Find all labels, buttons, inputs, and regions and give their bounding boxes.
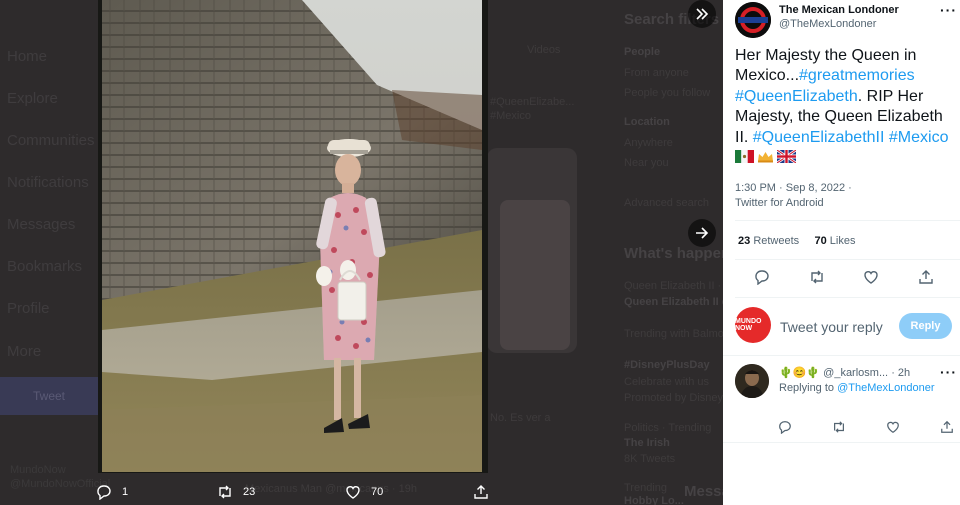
background-anywhere: Anywhere [624, 137, 673, 149]
arrow-right-icon [696, 227, 709, 239]
reply-author-name[interactable]: 🌵😊🌵 [779, 367, 820, 379]
background-tweet-button: Tweet [0, 377, 98, 415]
expand-button[interactable] [688, 0, 716, 28]
share-icon [474, 485, 488, 499]
mexico-flag-icon [735, 150, 754, 164]
london-underground-logo-icon [735, 2, 771, 38]
share-icon[interactable] [940, 420, 954, 434]
background-trend-meta: Queen Elizabeth II · LIVE [624, 280, 723, 292]
media-reply-action[interactable]: 1 [96, 484, 128, 500]
background-trend-title: The Irish [624, 437, 670, 449]
replying-to-label: Replying to [779, 382, 835, 394]
author-handle[interactable]: @TheMexLondoner [779, 18, 876, 30]
author-avatar[interactable] [735, 2, 771, 38]
background-trend-sub: 8K Tweets [624, 453, 676, 465]
media-retweet-action[interactable]: 23 [217, 484, 255, 500]
tweet-photo[interactable] [102, 0, 482, 472]
tweet-detail-panel: The Mexican Londoner @TheMexLondoner ···… [723, 0, 960, 505]
reply-count: 1 [122, 486, 129, 498]
heart-icon[interactable] [863, 269, 879, 285]
background-trend-sub: Celebrate with us [624, 376, 709, 388]
background-trend-title: Hobby Lo... [624, 495, 684, 505]
reply-icon[interactable] [778, 420, 792, 434]
divider [723, 442, 960, 443]
background-near-you: Near you [624, 157, 669, 169]
nav-bookmarks: Bookmarks [7, 258, 83, 275]
background-advanced-search: Advanced search [624, 197, 709, 209]
replying-to: Replying to @TheMexLondoner [779, 382, 935, 394]
hashtag-link[interactable]: #Mexico [889, 129, 949, 146]
background-messages-drawer: Messages [684, 483, 723, 500]
reply-author-handle[interactable]: @_karlosm... [823, 367, 888, 379]
reply-author-photo [735, 364, 769, 398]
media-share-action[interactable] [473, 484, 499, 500]
uk-flag-icon [777, 150, 796, 164]
crown-icon [758, 152, 773, 163]
reply-input[interactable]: Tweet your reply [780, 319, 883, 335]
reply-author-line: 🌵😊🌵 @_karlosm... · 2h [779, 366, 910, 379]
nav-profile: Profile [7, 300, 50, 317]
background-trend-title: #DisneyPlusDay [624, 359, 710, 371]
next-image-button[interactable] [688, 219, 716, 247]
background-people-you-follow: People you follow [624, 87, 711, 99]
retweet-icon[interactable] [832, 420, 846, 434]
background-trend-meta: Trending [624, 482, 668, 494]
hashtag-link[interactable]: #QueenElizabeth [735, 88, 858, 105]
replying-to-handle[interactable]: @TheMexLondoner [837, 382, 934, 394]
reply-icon[interactable] [754, 269, 770, 285]
divider [723, 355, 960, 356]
background-trend-meta: Politics · Trending [624, 422, 712, 434]
double-chevron-right-icon [696, 8, 709, 20]
more-options-icon[interactable]: ··· [940, 2, 957, 18]
current-user-avatar[interactable]: MUNDO NOW [735, 307, 771, 343]
background-media-image [500, 200, 570, 350]
background-videos-tab: Videos [527, 44, 561, 56]
background-location-label: Location [624, 116, 670, 128]
divider [735, 259, 960, 260]
retweet-count: 23 [243, 486, 256, 498]
divider [735, 220, 960, 221]
background-es-verdad: No. Es ver a [490, 412, 551, 424]
background-trend-promo: Promoted by Disney+ [624, 392, 723, 404]
nav-messages: Messages [7, 216, 76, 233]
author-name[interactable]: The Mexican Londoner [779, 4, 899, 16]
background-trend-sub: Trending with Balmoral [624, 328, 723, 340]
more-options-icon[interactable]: ··· [940, 364, 957, 380]
hashtag-link[interactable]: #QueenElizabethII [753, 129, 885, 146]
background-mexico-tag: #Mexico [490, 110, 531, 122]
retweet-icon[interactable] [809, 269, 825, 285]
retweet-icon [219, 485, 231, 499]
background-from-anyone: From anyone [624, 67, 689, 79]
tweet-text: Her Majesty the Queen in Mexico...#great… [735, 46, 957, 168]
likes-stat[interactable]: 70 Likes [814, 235, 855, 247]
tweet-timestamp[interactable]: 1:30 PM · Sep 8, 2022 · [735, 182, 852, 194]
share-icon[interactable] [918, 269, 934, 285]
nav-explore: Explore [7, 90, 58, 107]
retweets-stat[interactable]: 23 Retweets [738, 235, 799, 247]
background-trend-title: Queen Elizabeth II dies at 96 [624, 296, 723, 308]
background-account-name: MundoNow [10, 464, 66, 476]
hashtag-link[interactable]: #greatmemories [799, 67, 915, 84]
nav-home: Home [7, 48, 48, 65]
divider [735, 297, 960, 298]
like-count: 70 [371, 486, 384, 498]
reply-button[interactable]: Reply [899, 313, 952, 339]
background-tweet-fragment: #QueenElizabe... [490, 96, 575, 108]
nav-communities: Communities [7, 132, 95, 149]
heart-icon[interactable] [886, 420, 900, 434]
heart-icon [346, 486, 360, 499]
reply-author-avatar[interactable] [735, 364, 769, 398]
reply-time[interactable]: · 2h [891, 367, 910, 379]
nav-more: More [7, 343, 42, 360]
background-people-label: People [624, 46, 661, 58]
reply-icon [97, 485, 111, 500]
tweet-source[interactable]: Twitter for Android [735, 197, 824, 209]
media-like-action[interactable]: 70 [345, 484, 383, 500]
nav-notifications: Notifications [7, 174, 89, 191]
background-whats-happening: What's happening [624, 245, 723, 262]
tweet-stats: 23 Retweets 70 Likes [738, 235, 855, 247]
background-author-line: Mexicanus Man @mexicanus · 19h [245, 483, 417, 495]
